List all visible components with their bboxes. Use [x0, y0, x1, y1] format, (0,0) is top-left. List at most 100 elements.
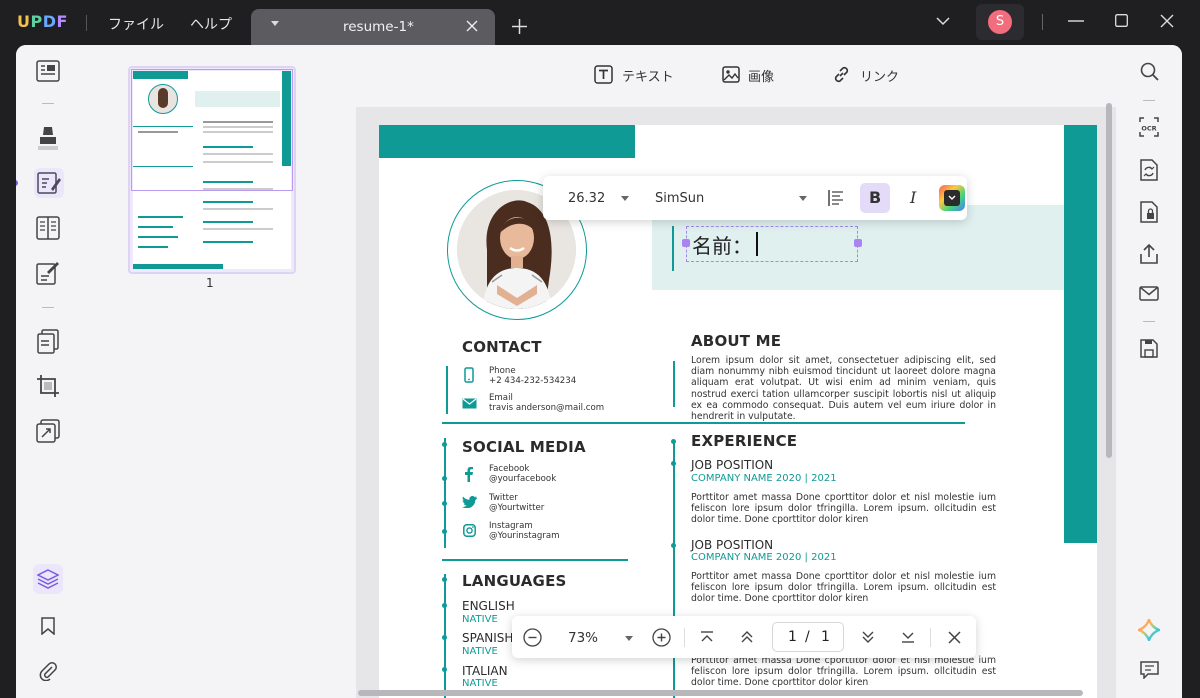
top-teal-bar — [379, 125, 635, 158]
job-description: Porttitor amet massa Done cporttitor dol… — [691, 655, 996, 689]
email-send-icon[interactable] — [1139, 286, 1159, 301]
page-thumbnail[interactable] — [128, 66, 296, 274]
font-toolbar: 26.32 SimSun B I — [543, 176, 967, 220]
language-name: ITALIAN — [462, 664, 508, 678]
timeline-dot — [671, 439, 676, 444]
color-chevron-icon — [948, 195, 956, 200]
ai-assistant-icon[interactable] — [1138, 619, 1160, 641]
last-page-icon[interactable] — [901, 631, 915, 643]
left-toolbar — [16, 45, 80, 698]
title-bar: UPDF ファイル ヘルプ resume-1* S — [0, 0, 1200, 46]
menu-help[interactable]: ヘルプ — [190, 14, 232, 34]
menu-file[interactable]: ファイル — [108, 14, 164, 34]
new-tab-icon[interactable] — [512, 19, 527, 34]
add-link-label: リンク — [860, 70, 900, 85]
phone-label: Phone — [489, 366, 516, 376]
text-cursor — [756, 232, 758, 256]
about-me-heading: ABOUT ME — [691, 332, 782, 350]
edit-pdf-icon — [37, 172, 61, 194]
organize-pages-icon[interactable] — [36, 329, 60, 355]
layers-button[interactable] — [33, 564, 63, 594]
name-band-accent-line — [672, 226, 674, 271]
account-button[interactable]: S — [976, 4, 1024, 40]
text-color-button[interactable] — [939, 185, 965, 211]
italic-label: I — [910, 188, 917, 207]
resize-handle-right[interactable] — [854, 239, 862, 247]
comment-icon[interactable] — [36, 125, 60, 151]
font-family-select[interactable]: SimSun — [643, 186, 813, 210]
attachment-icon[interactable] — [39, 661, 57, 681]
add-image-button[interactable]: 画像 — [722, 65, 792, 85]
page-separator: / — [805, 629, 810, 645]
total-pages: 1 — [821, 629, 830, 645]
bookmark-icon[interactable] — [41, 617, 55, 635]
reader-icon[interactable] — [36, 60, 60, 82]
tool-divider-2 — [42, 307, 54, 308]
contact-line — [446, 366, 448, 414]
font-size-select[interactable]: 26.32 — [555, 186, 633, 210]
image-icon — [722, 66, 740, 83]
edit-tool-active[interactable] — [34, 168, 64, 198]
timeline-dot — [442, 667, 447, 672]
name-text-box[interactable]: 名前： — [686, 226, 858, 262]
about-line — [673, 361, 675, 407]
language-level: NATIVE — [462, 646, 498, 657]
save-icon[interactable] — [1140, 339, 1158, 358]
zoom-level-value: 73% — [568, 630, 599, 646]
font-size-dropdown-icon — [621, 196, 629, 201]
close-zoom-bar-icon[interactable] — [948, 631, 961, 644]
languages-heading: LANGUAGES — [462, 572, 567, 590]
align-left-icon[interactable] — [827, 189, 845, 207]
zoom-level-select[interactable]: 73% — [554, 626, 634, 650]
layers-icon — [37, 569, 59, 589]
tab-close-icon[interactable] — [466, 20, 478, 32]
facebook-value: @yourfacebook — [489, 474, 557, 484]
timeline-dot — [442, 577, 447, 582]
bold-button[interactable]: B — [860, 183, 890, 213]
next-page-icon[interactable] — [861, 630, 875, 644]
bold-label: B — [869, 188, 882, 207]
language-level: NATIVE — [462, 678, 498, 689]
fill-sign-icon[interactable] — [36, 261, 60, 287]
timeline-dot — [442, 529, 447, 534]
section-divider — [442, 422, 965, 424]
previous-page-icon[interactable] — [740, 630, 754, 644]
compress-icon[interactable] — [36, 419, 60, 443]
current-page-input[interactable]: 1 — [788, 629, 797, 645]
comments-panel-icon[interactable] — [1140, 661, 1159, 679]
page-number-field[interactable]: 1 / 1 — [772, 622, 844, 652]
timeline-dot — [442, 603, 447, 608]
page-layout-icon[interactable] — [36, 216, 60, 240]
search-icon[interactable] — [1140, 62, 1159, 81]
ocr-icon[interactable]: OCR — [1139, 117, 1159, 137]
protect-icon[interactable] — [1140, 201, 1158, 223]
twitter-value: @Yourtwitter — [489, 503, 545, 513]
chevron-down-icon[interactable] — [936, 17, 950, 26]
crop-icon[interactable] — [36, 374, 60, 398]
add-link-button[interactable]: リンク — [832, 65, 912, 85]
resize-handle-left[interactable] — [682, 239, 690, 247]
font-family-value: SimSun — [655, 191, 705, 206]
link-icon — [834, 66, 849, 83]
zoom-out-icon[interactable] — [523, 628, 542, 647]
twitter-label: Twitter — [489, 493, 518, 503]
thumbnail-panel: 1 — [80, 45, 356, 698]
instagram-label: Instagram — [489, 521, 533, 531]
tab-dropdown-icon[interactable] — [271, 21, 279, 26]
job-company: COMPANY NAME 2020 | 2021 — [691, 552, 837, 563]
tool-divider — [42, 103, 54, 104]
horizontal-scrollbar[interactable] — [358, 690, 1083, 696]
document-tab[interactable]: resume-1* — [251, 9, 495, 46]
maximize-icon[interactable] — [1115, 14, 1128, 27]
close-window-icon[interactable] — [1160, 14, 1174, 28]
job-description: Porttitor amet massa Done cporttitor dol… — [691, 571, 996, 605]
add-text-button[interactable]: テキスト — [594, 65, 674, 85]
vertical-scrollbar[interactable] — [1106, 103, 1112, 458]
convert-icon[interactable] — [1140, 159, 1158, 181]
minimize-icon[interactable] — [1068, 20, 1084, 22]
zoom-in-icon[interactable] — [652, 628, 671, 647]
italic-button[interactable]: I — [900, 183, 930, 213]
first-page-icon[interactable] — [700, 631, 714, 643]
job-description: Porttitor amet massa Done cporttitor dol… — [691, 492, 996, 526]
share-icon[interactable] — [1140, 244, 1158, 264]
